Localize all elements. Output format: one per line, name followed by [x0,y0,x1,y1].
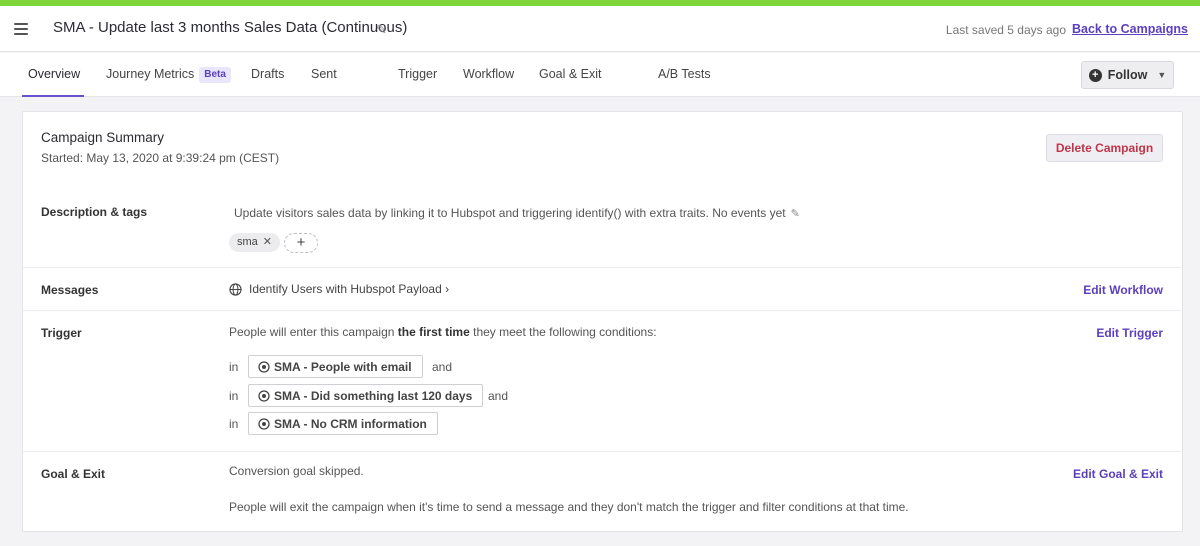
chevron-down-icon: ▼ [1157,70,1167,80]
segment-condition[interactable]: SMA - No CRM information [248,412,438,435]
add-tag-button[interactable]: + [284,233,318,253]
header: SMA - Update last 3 months Sales Data (C… [0,6,1200,52]
exit-condition-text: People will exit the campaign when it's … [229,500,909,514]
description-label: Description & tags [41,205,148,219]
tab-trigger[interactable]: Trigger [398,53,437,97]
condition-in-label: in [229,389,239,403]
conversion-goal-text: Conversion goal skipped. [229,464,364,478]
tab-label: Goal & Exit [539,67,602,81]
campaign-summary-card: Campaign Summary Started: May 13, 2020 a… [22,111,1183,532]
tab-bar: Overview Journey Metrics Beta Drafts Sent… [0,53,1200,97]
follow-button[interactable]: + Follow ▼ [1081,61,1174,89]
edit-description-pencil-icon[interactable]: ✎ [791,208,800,220]
divider [23,451,1182,452]
tag-label: sma [237,236,258,248]
tab-drafts[interactable]: Drafts [251,53,284,97]
tab-workflow[interactable]: Workflow [463,53,514,97]
tab-label: Workflow [463,67,515,81]
page-title: SMA - Update last 3 months Sales Data (C… [53,19,408,36]
edit-title-pencil-icon[interactable]: ✎ [376,22,387,38]
divider [23,267,1182,268]
segment-icon [258,360,270,373]
message-item[interactable]: Identify Users with Hubspot Payload › [229,282,449,296]
segment-icon [258,389,270,402]
trigger-text-after: they meet the following conditions: [469,325,657,339]
tab-goal-exit[interactable]: Goal & Exit [539,53,602,97]
segment-name: SMA - Did something last 120 days [274,388,473,403]
tab-label: Overview [28,67,81,81]
summary-started-date: Started: May 13, 2020 at 9:39:24 pm (CES… [41,151,280,165]
trigger-label: Trigger [41,326,82,340]
edit-goal-exit-link[interactable]: Edit Goal & Exit [1073,467,1163,481]
tab-journey-metrics[interactable]: Journey Metrics Beta [106,53,231,97]
divider [23,310,1182,311]
edit-trigger-link[interactable]: Edit Trigger [1096,326,1163,340]
segment-icon [258,417,270,430]
hamburger-menu-icon[interactable] [14,23,28,35]
plus-circle-icon: + [1088,68,1102,82]
tab-overview[interactable]: Overview [22,53,84,97]
back-to-campaigns-link[interactable]: Back to Campaigns [1072,22,1188,36]
description-text: Update visitors sales data by linking it… [234,206,786,220]
tab-label: Trigger [398,67,438,81]
segment-condition[interactable]: SMA - People with email [248,355,423,378]
follow-label: Follow [1107,68,1148,82]
globe-icon [229,282,242,296]
segment-name: SMA - People with email [274,359,412,374]
summary-title: Campaign Summary [41,130,165,145]
goal-exit-label: Goal & Exit [41,467,106,481]
segment-condition[interactable]: SMA - Did something last 120 days [248,384,484,407]
trigger-description: People will enter this campaign the firs… [229,325,657,339]
condition-and-label: and [432,360,453,374]
close-icon[interactable]: ✕ [263,233,272,252]
condition-in-label: in [229,417,239,431]
tab-label: A/B Tests [658,67,711,81]
tab-ab-tests[interactable]: A/B Tests [658,53,711,97]
beta-badge: Beta [199,67,231,83]
description-text-row: Update visitors sales data by linking it… [234,206,800,220]
trigger-text-bold: the first time [397,325,470,339]
last-saved-status: Last saved 5 days ago [945,23,1066,37]
tab-sent[interactable]: Sent [311,53,337,97]
tab-label: Drafts [251,67,285,81]
message-item-label: Identify Users with Hubspot Payload › [249,282,450,296]
delete-campaign-button[interactable]: Delete Campaign [1046,134,1163,162]
messages-label: Messages [41,283,99,297]
tab-label: Journey Metrics [106,67,195,81]
tag-chip: sma ✕ [229,233,280,252]
trigger-text-before: People will enter this campaign [229,325,398,339]
segment-name: SMA - No CRM information [274,416,427,431]
condition-in-label: in [229,360,239,374]
edit-workflow-link[interactable]: Edit Workflow [1083,283,1163,297]
condition-and-label: and [488,389,509,403]
tab-label: Sent [311,67,337,81]
